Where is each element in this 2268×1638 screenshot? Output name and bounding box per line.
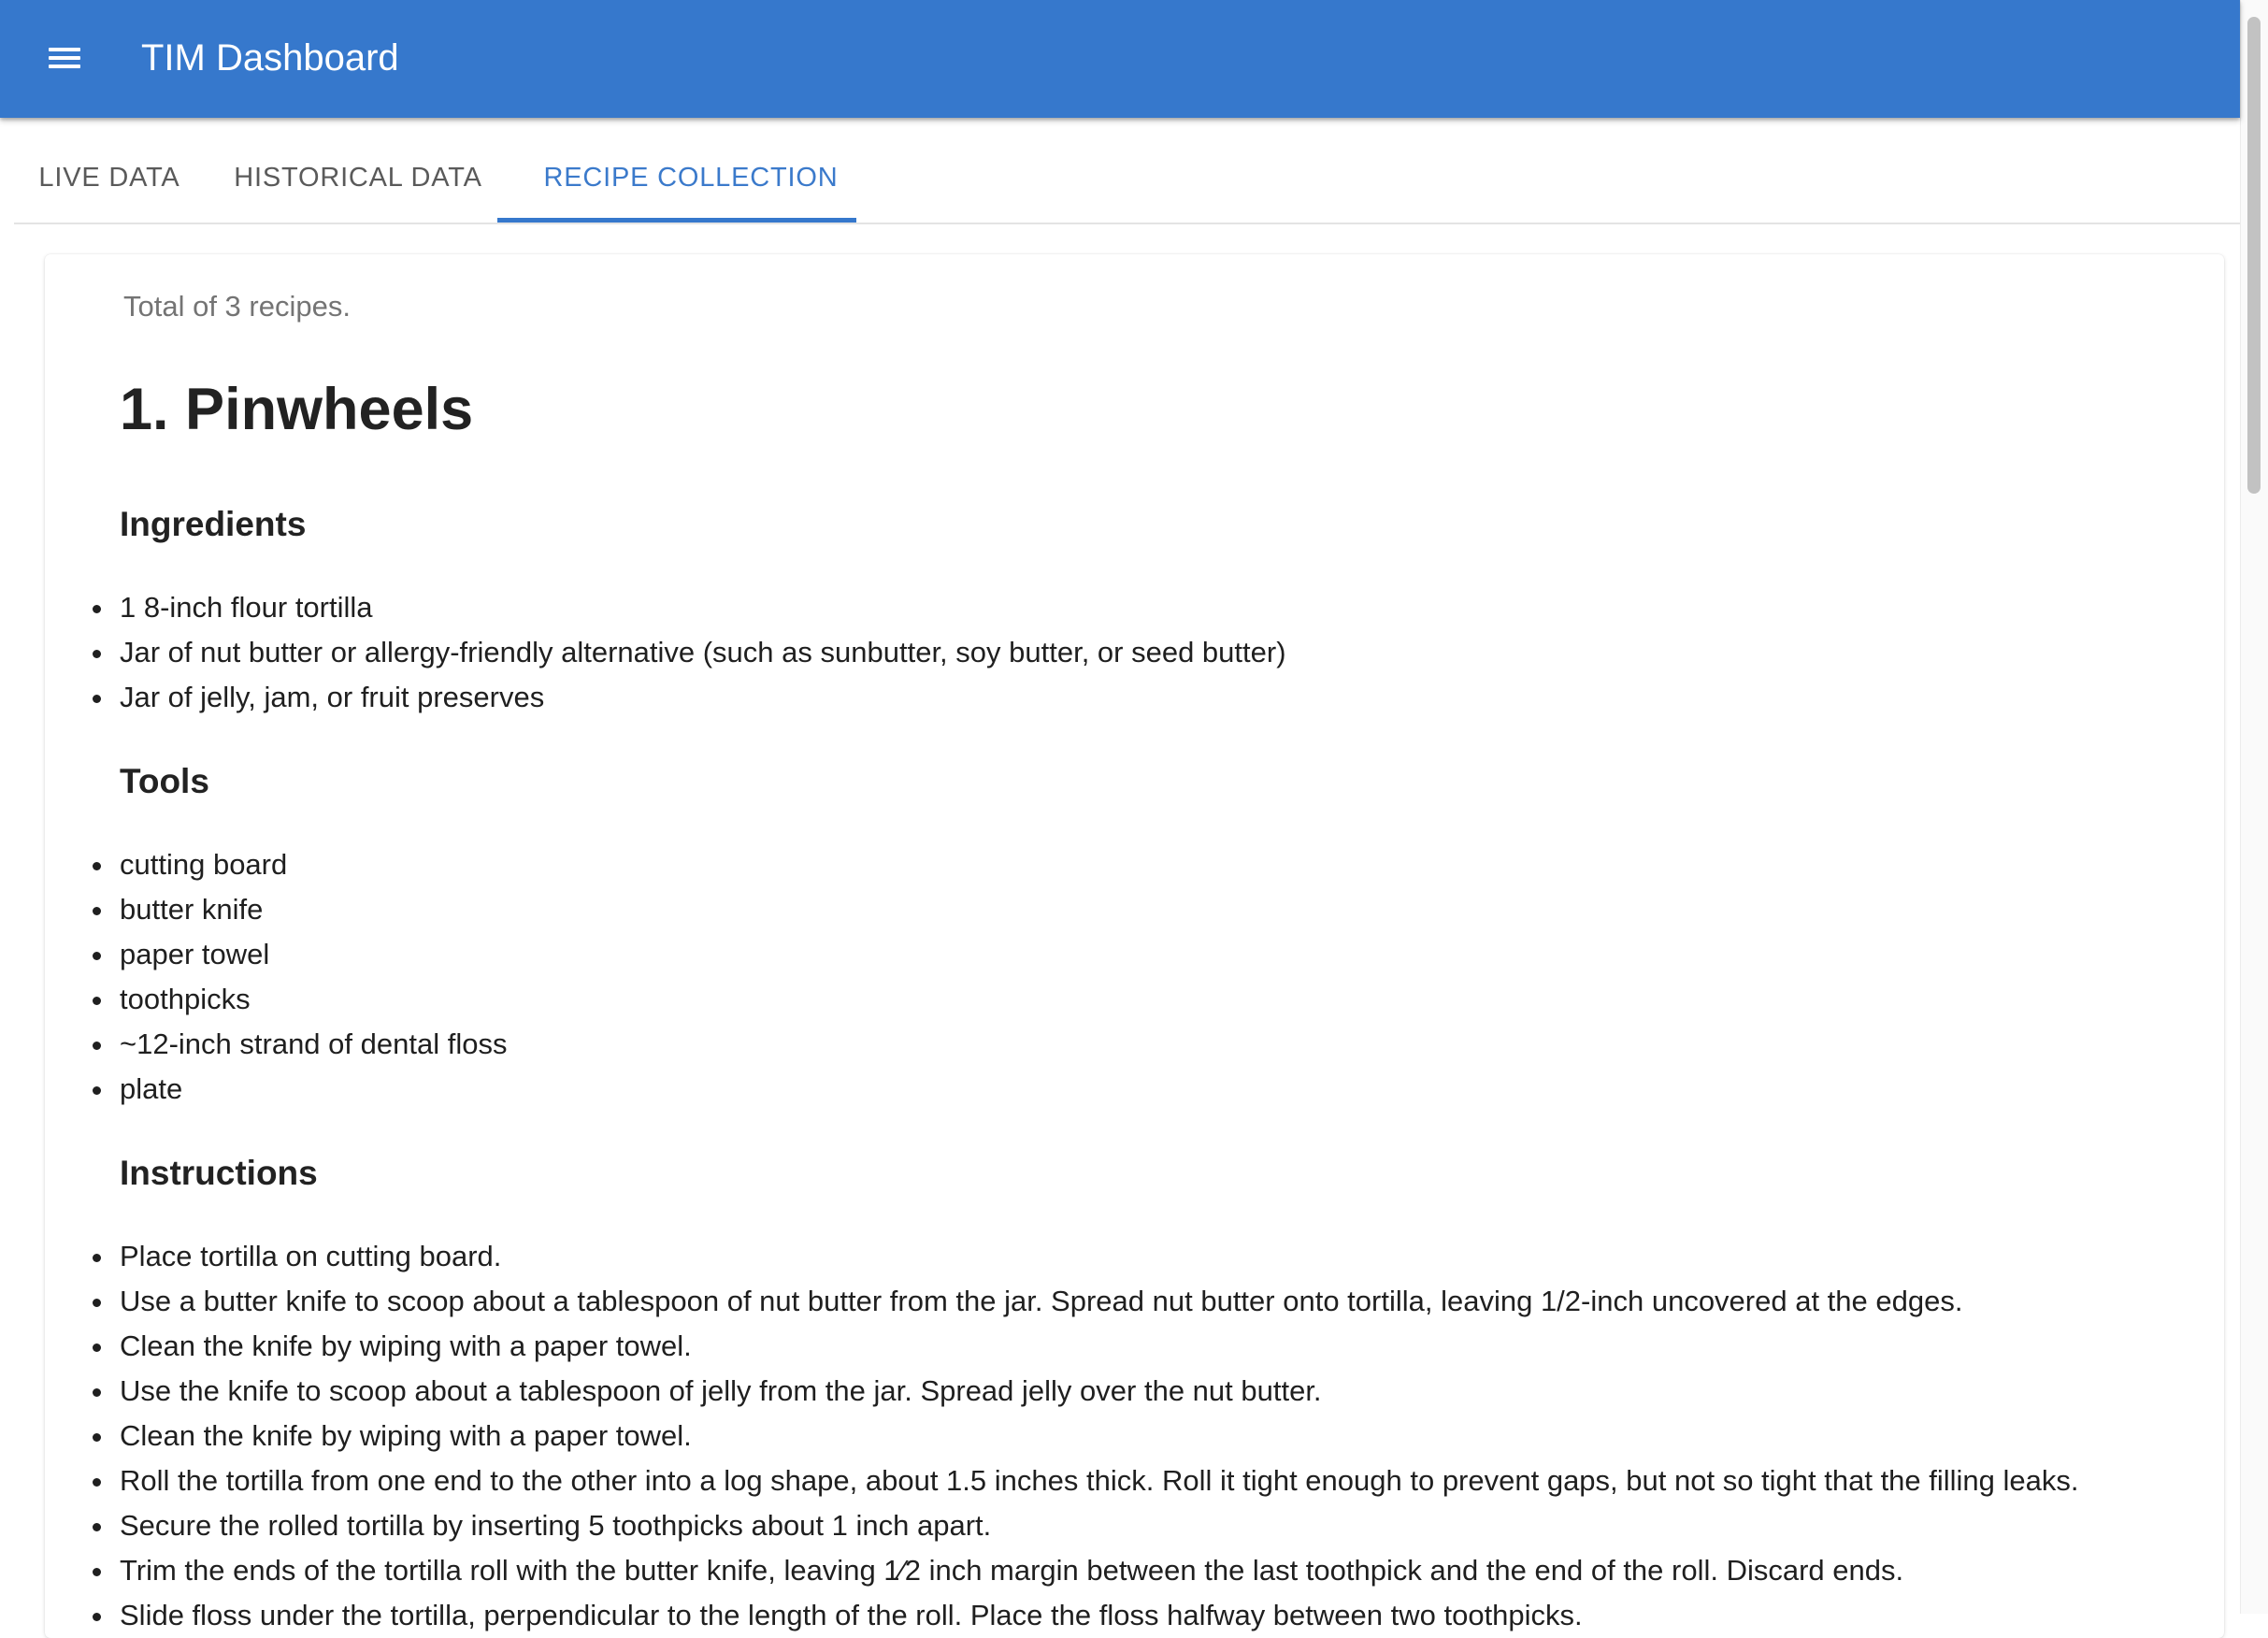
scrollbar-thumb[interactable] [2247,17,2261,494]
list-item: ~12-inch strand of dental floss [92,1022,507,1067]
recipe-card: Total of 3 recipes. 1. Pinwheels Ingredi… [45,254,2224,1638]
app-title: TIM Dashboard [141,37,399,79]
tab-historical-data[interactable]: HISTORICAL DATA [219,118,497,223]
recipe-count: Total of 3 recipes. [123,290,351,323]
list-item: toothpicks [92,977,507,1022]
app-bar: TIM Dashboard [0,0,2240,118]
list-item: Jar of jelly, jam, or fruit preserves [93,675,1286,720]
active-tab-indicator [497,218,856,223]
list-item: cutting board [92,842,507,887]
ingredients-heading: Ingredients [120,505,307,543]
list-item: Roll the tortilla from one end to the ot… [93,1458,2079,1503]
instructions-heading: Instructions [120,1154,318,1192]
list-item: 1 8-inch flour tortilla [93,585,1286,630]
list-item: paper towel [92,932,507,977]
tools-heading: Tools [120,762,209,800]
ingredients-list: 1 8-inch flour tortilla Jar of nut butte… [93,585,1286,720]
list-item: plate [92,1067,507,1112]
list-item: Clean the knife by wiping with a paper t… [93,1324,2079,1369]
recipe-title: 1. Pinwheels [120,377,474,442]
list-item: Secure the rolled tortilla by inserting … [93,1503,2079,1548]
tab-bar: LIVE DATA HISTORICAL DATA RECIPE COLLECT… [14,118,2240,224]
list-item: Clean the knife by wiping with a paper t… [93,1414,2079,1458]
list-item: Trim the ends of the tortilla roll with … [93,1548,2079,1593]
list-item: Use a butter knife to scoop about a tabl… [93,1279,2079,1324]
instructions-list: Place tortilla on cutting board. Use a b… [93,1234,2079,1638]
list-item: Place tortilla on cutting board. [93,1234,2079,1279]
list-item: Use the knife to scoop about a tablespoo… [93,1369,2079,1414]
list-item: Slide floss under the tortilla, perpendi… [93,1593,2079,1638]
list-item: butter knife [92,887,507,932]
menu-icon[interactable] [45,41,90,75]
list-item: Jar of nut butter or allergy-friendly al… [93,630,1286,675]
tools-list: cutting board butter knife paper towel t… [92,842,507,1112]
scrollbar[interactable] [2240,0,2268,1614]
tab-live-data[interactable]: LIVE DATA [14,118,205,223]
tab-recipe-collection[interactable]: RECIPE COLLECTION [511,118,870,223]
